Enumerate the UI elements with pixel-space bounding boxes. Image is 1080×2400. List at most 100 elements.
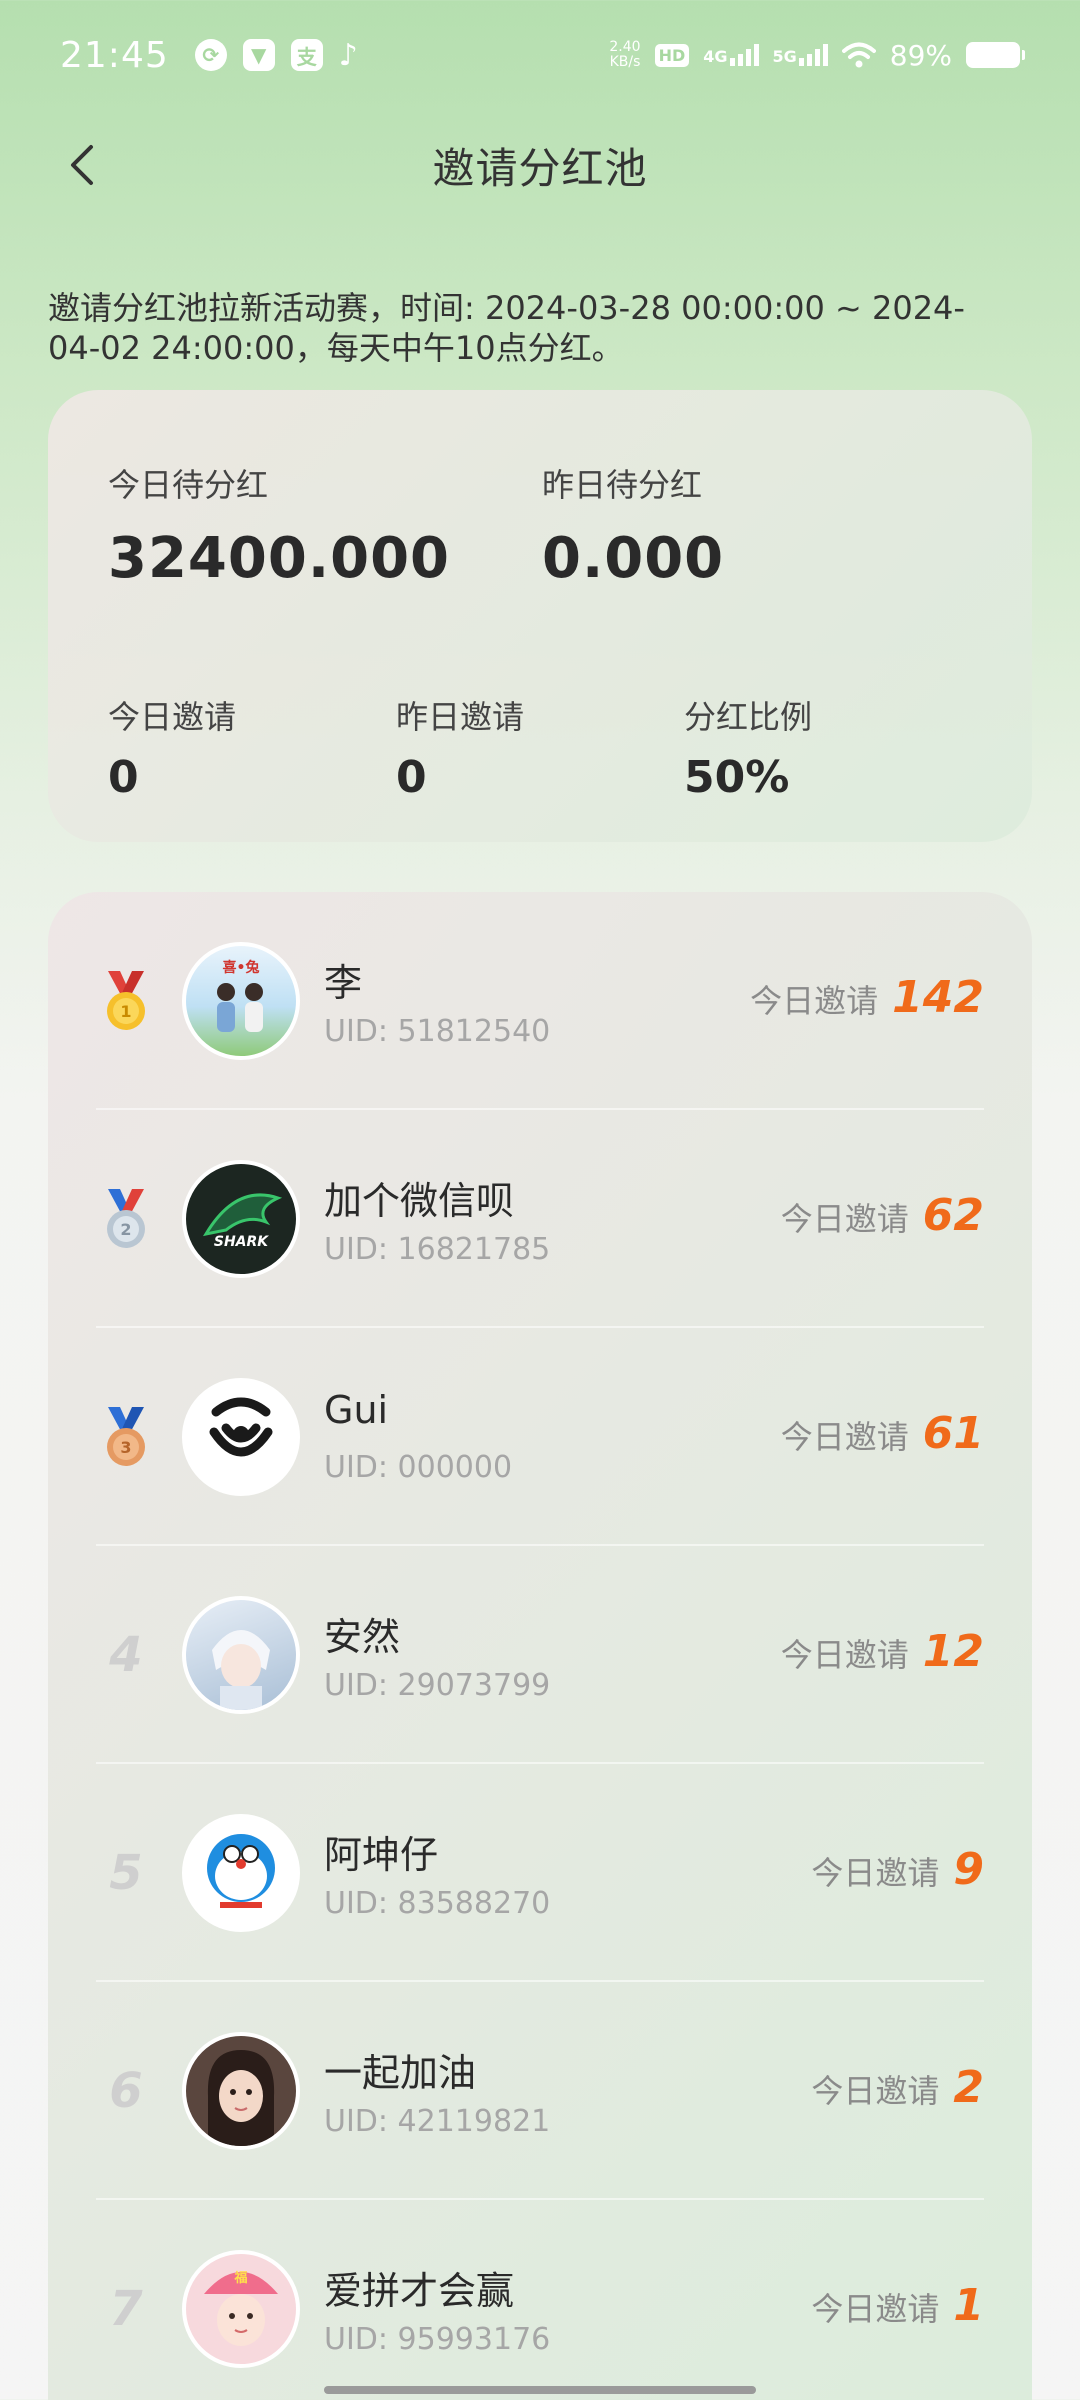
ranking-list: 1 喜•兔 李 UID: 51812540 今日邀请 142 2 SHARK 加…	[48, 892, 1032, 2400]
invite-label: 今日邀请	[750, 982, 879, 1020]
stat-ratio: 分红比例 50%	[684, 692, 812, 803]
invite-count: 61	[922, 1408, 984, 1459]
list-item[interactable]: 3 Gui UID: 000000 今日邀请 61	[48, 1328, 1032, 1546]
invite-label: 今日邀请	[780, 1418, 909, 1456]
rank-number: 7	[109, 2281, 143, 2337]
invite-count-group: 今日邀请 61	[781, 1408, 984, 1459]
stat-yesterday-invite: 昨日邀请 0	[396, 692, 524, 803]
user-uid: UID: 42119821	[324, 2104, 551, 2139]
avatar	[182, 1596, 300, 1714]
rank-slot: 6	[96, 1982, 156, 2200]
svg-text:3: 3	[120, 1438, 131, 1457]
invite-label: 今日邀请	[811, 2072, 940, 2110]
silver-medal-icon: 2	[107, 1189, 145, 1248]
invite-label: 今日邀请	[780, 1200, 909, 1238]
user-uid: UID: 51812540	[324, 1014, 551, 1049]
avatar: 喜•兔	[182, 942, 300, 1060]
invite-count: 2	[953, 2062, 984, 2113]
stat-value: 32400.000	[108, 526, 450, 591]
stat-label: 分红比例	[684, 698, 813, 736]
user-name: 李	[324, 961, 363, 1005]
status-left: 21:45 ⟳ ▼ 支 ♪	[60, 35, 358, 76]
user-name: 加个微信呗	[324, 1179, 515, 1223]
invite-count: 142	[892, 972, 984, 1023]
signal-4g-icon: 4G	[703, 44, 759, 66]
rank-slot: 7	[96, 2200, 156, 2400]
user-uid: UID: 16821785	[324, 1232, 551, 1267]
avatar: 福	[182, 2250, 300, 2368]
chevron-left-icon	[71, 145, 93, 185]
rank-number: 5	[109, 1845, 143, 1901]
stats-card: 今日待分红 32400.000 昨日待分红 0.000 今日邀请 0 昨日邀请 …	[48, 390, 1032, 842]
signal-bars-icon	[729, 44, 759, 66]
rank-number: 6	[109, 2063, 143, 2119]
signal-bars-icon	[798, 44, 828, 66]
user-name: 安然	[324, 1615, 401, 1659]
invite-count-group: 今日邀请 142	[750, 972, 984, 1023]
stat-value: 0.000	[542, 526, 725, 591]
invite-count-group: 今日邀请 1	[811, 2280, 984, 2331]
status-time: 21:45	[60, 34, 169, 76]
stat-label: 今日邀请	[108, 698, 237, 736]
wifi-icon	[841, 42, 876, 68]
rank-slot: 5	[96, 1764, 156, 1982]
nav-bar: 邀请分红池	[0, 110, 1080, 220]
avatar	[182, 1814, 300, 1932]
svg-text:SHARK: SHARK	[214, 1234, 269, 1250]
stat-value: 0	[396, 752, 427, 803]
user-uid: UID: 95993176	[324, 2322, 551, 2357]
rank-slot: 4	[96, 1546, 156, 1764]
stat-today-pending: 今日待分红 32400.000	[108, 460, 450, 591]
list-item[interactable]: 5 阿坤仔 UID: 83588270 今日邀请 9	[48, 1764, 1032, 1982]
list-item[interactable]: 4 安然 UID: 29073799 今日邀请 12	[48, 1546, 1032, 1764]
tiktok-icon: ♪	[338, 37, 358, 73]
invite-count: 1	[953, 2280, 984, 2331]
svg-text:福: 福	[233, 2270, 247, 2286]
event-notice: 邀请分红池拉新活动赛，时间: 2024-03-28 00:00:00 ~ 202…	[48, 289, 965, 367]
user-uid: UID: 000000	[324, 1450, 513, 1485]
invite-count: 12	[922, 1626, 984, 1677]
stat-label: 昨日待分红	[542, 466, 703, 504]
avatar	[182, 1378, 300, 1496]
speed-value: 2.40	[609, 39, 641, 55]
hd-icon: HD	[654, 43, 690, 67]
invite-count: 62	[922, 1190, 984, 1241]
back-button[interactable]	[52, 135, 112, 195]
rank-slot: 2	[96, 1110, 156, 1328]
user-name: Gui	[324, 1388, 389, 1432]
rank-slot: 1	[96, 892, 156, 1110]
status-bar: 21:45 ⟳ ▼ 支 ♪ 2.40 KB/s HD 4G 5G 89%	[0, 0, 1080, 110]
invite-count-group: 今日邀请 12	[781, 1626, 984, 1677]
signal-5g-icon: 5G	[773, 44, 828, 66]
list-item[interactable]: 6 一起加油 UID: 42119821 今日邀请 2	[48, 1982, 1032, 2200]
user-name: 爱拼才会赢	[324, 2269, 515, 2313]
network-speed: 2.40 KB/s	[609, 40, 640, 70]
rank-number: 4	[109, 1627, 143, 1683]
invite-count: 9	[953, 1844, 984, 1895]
user-uid: UID: 29073799	[324, 1668, 551, 1703]
stat-yesterday-pending: 昨日待分红 0.000	[542, 460, 724, 591]
stat-today-invite: 今日邀请 0	[108, 692, 236, 803]
invite-count-group: 今日邀请 62	[781, 1190, 984, 1241]
speed-unit: KB/s	[609, 54, 641, 70]
shield-icon: ▼	[242, 39, 275, 71]
svg-text:2: 2	[120, 1220, 131, 1239]
rank-slot: 3	[96, 1328, 156, 1546]
gold-medal-icon: 1	[107, 971, 145, 1030]
invite-count-group: 今日邀请 9	[811, 1844, 984, 1895]
user-uid: UID: 83588270	[324, 1886, 551, 1921]
stat-label: 今日待分红	[108, 466, 269, 504]
list-item[interactable]: 1 喜•兔 李 UID: 51812540 今日邀请 142	[48, 892, 1032, 1110]
avatar	[182, 2032, 300, 2150]
battery-icon	[966, 42, 1025, 68]
status-right: 2.40 KB/s HD 4G 5G 89%	[609, 39, 1025, 72]
home-indicator[interactable]	[324, 2386, 756, 2394]
list-item[interactable]: 7 福 爱拼才会赢 UID: 95993176 今日邀请 1	[48, 2200, 1032, 2400]
invite-label: 今日邀请	[811, 2290, 940, 2328]
svg-text:喜•兔: 喜•兔	[223, 959, 260, 976]
net-4g-label: 4G	[703, 47, 728, 66]
user-name: 阿坤仔	[324, 1833, 439, 1877]
app-icon: 支	[290, 39, 323, 71]
list-item[interactable]: 2 SHARK 加个微信呗 UID: 16821785 今日邀请 62	[48, 1110, 1032, 1328]
page-title: 邀请分红池	[432, 143, 648, 193]
